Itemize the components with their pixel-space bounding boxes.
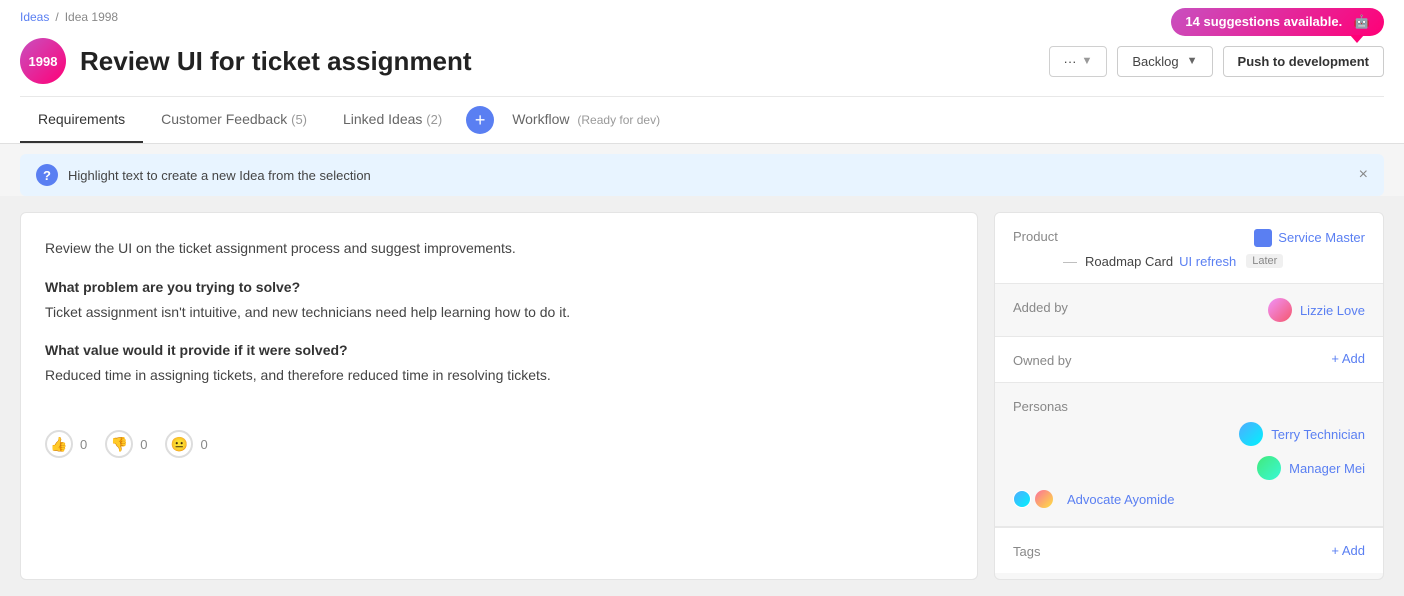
- hint-bar: ? Highlight text to create a new Idea fr…: [20, 154, 1384, 196]
- owned-by-section: Owned by + Add: [995, 337, 1383, 383]
- workflow-status: (Ready for dev): [577, 113, 660, 127]
- thumbs-up-icon: 👍: [45, 430, 73, 458]
- breadcrumb-separator: /: [55, 10, 58, 24]
- status-button[interactable]: ··· ▼: [1049, 46, 1108, 77]
- ayomide-name[interactable]: Advocate Ayomide: [1067, 492, 1174, 507]
- tabs-bar: Requirements Customer Feedback (5) Linke…: [20, 96, 1384, 143]
- roadmap-timing-badge: Later: [1246, 254, 1283, 268]
- content-area: Review the UI on the ticket assignment p…: [0, 196, 1404, 596]
- vote-down[interactable]: 👎 0: [105, 430, 147, 458]
- persona-mei[interactable]: Manager Mei: [1013, 456, 1365, 480]
- sidebar-product-row: Product Service Master: [1013, 227, 1365, 247]
- added-by-value: Lizzie Love: [1268, 298, 1365, 322]
- owned-by-row: Owned by + Add: [1013, 351, 1365, 368]
- thumbs-down-icon: 👎: [105, 430, 133, 458]
- top-bar: Ideas / Idea 1998 1998 Review UI for tic…: [0, 0, 1404, 144]
- problem-text: Ticket assignment isn't intuitive, and n…: [45, 301, 953, 323]
- push-to-development-button[interactable]: Push to development: [1223, 46, 1384, 77]
- product-icon: [1254, 229, 1272, 247]
- product-label: Product: [1013, 227, 1093, 244]
- vote-neutral[interactable]: 😐 0: [165, 430, 207, 458]
- vote-row: 👍 0 👎 0 😐 0: [45, 414, 953, 458]
- breadcrumb-ideas-link[interactable]: Ideas: [20, 10, 49, 24]
- tab-workflow[interactable]: Workflow (Ready for dev): [494, 97, 678, 143]
- value-title: What value would it provide if it were s…: [45, 342, 953, 358]
- personas-section: Personas Terry Technician Manager Mei Ad…: [995, 383, 1383, 527]
- suggestion-bubble: 14 suggestions available. 🤖: [1171, 8, 1384, 36]
- tags-section: Tags + Add: [995, 527, 1383, 573]
- header-right: 14 suggestions available. 🤖 ··· ▼ Backlo…: [1049, 46, 1385, 77]
- product-section: Product Service Master — Roadmap Card UI…: [995, 213, 1383, 284]
- hint-icon: ?: [36, 164, 58, 186]
- owned-by-add-link[interactable]: + Add: [1331, 351, 1365, 366]
- personas-label: Personas: [1013, 397, 1093, 414]
- sidebar-card: Product Service Master — Roadmap Card UI…: [994, 212, 1384, 580]
- hint-text: Highlight text to create a new Idea from…: [68, 168, 1349, 183]
- personas-header-row: Personas: [1013, 397, 1365, 414]
- product-value-container: Service Master: [1254, 227, 1365, 247]
- tab-customer-feedback[interactable]: Customer Feedback (5): [143, 97, 325, 143]
- terry-avatar: [1239, 422, 1263, 446]
- idea-badge: 1998: [20, 38, 66, 84]
- customer-feedback-count: (5): [291, 112, 307, 127]
- ayomide-avatar2: [1035, 490, 1053, 508]
- value-text: Reduced time in assigning tickets, and t…: [45, 364, 953, 386]
- header-left: 1998 Review UI for ticket assignment: [20, 38, 472, 84]
- vote-up[interactable]: 👍 0: [45, 430, 87, 458]
- added-by-section: Added by Lizzie Love: [995, 284, 1383, 337]
- personas-list: Terry Technician Manager Mei Advocate Ay…: [1013, 422, 1365, 512]
- idea-title: Review UI for ticket assignment: [80, 46, 472, 77]
- ayomide-avatar1: [1013, 490, 1031, 508]
- robot-icon: 🤖: [1354, 14, 1370, 29]
- product-name-link[interactable]: Service Master: [1278, 230, 1365, 245]
- tags-label: Tags: [1013, 542, 1093, 559]
- persona-ayomide[interactable]: Advocate Ayomide: [1013, 490, 1365, 508]
- add-tab-button[interactable]: +: [466, 106, 494, 134]
- added-by-name[interactable]: Lizzie Love: [1300, 303, 1365, 318]
- vote-down-count: 0: [140, 437, 147, 452]
- roadmap-row: — Roadmap Card UI refresh Later: [1013, 253, 1365, 269]
- backlog-button[interactable]: Backlog ▼: [1117, 46, 1212, 77]
- breadcrumb-current: Idea 1998: [65, 10, 118, 24]
- idea-description: Review the UI on the ticket assignment p…: [45, 237, 953, 259]
- tab-requirements[interactable]: Requirements: [20, 97, 143, 143]
- roadmap-value-link[interactable]: UI refresh: [1179, 254, 1236, 269]
- mei-avatar: [1257, 456, 1281, 480]
- roadmap-dash: —: [1063, 253, 1077, 269]
- vote-up-count: 0: [80, 437, 87, 452]
- problem-title: What problem are you trying to solve?: [45, 279, 953, 295]
- owned-by-label: Owned by: [1013, 351, 1093, 368]
- vote-neutral-count: 0: [200, 437, 207, 452]
- chevron-down-icon: ▼: [1082, 55, 1093, 67]
- backlog-chevron-icon: ▼: [1187, 55, 1198, 67]
- main-card: Review the UI on the ticket assignment p…: [20, 212, 978, 580]
- linked-ideas-count: (2): [426, 112, 442, 127]
- hint-close-button[interactable]: ×: [1359, 166, 1368, 184]
- mei-name[interactable]: Manager Mei: [1289, 461, 1365, 476]
- tab-linked-ideas[interactable]: Linked Ideas (2): [325, 97, 460, 143]
- roadmap-label: Roadmap Card: [1085, 254, 1173, 269]
- persona-terry[interactable]: Terry Technician: [1013, 422, 1365, 446]
- lizzie-avatar: [1268, 298, 1292, 322]
- added-by-row: Added by Lizzie Love: [1013, 298, 1365, 322]
- neutral-icon: 😐: [165, 430, 193, 458]
- tags-add-link[interactable]: + Add: [1331, 543, 1365, 558]
- header-row: 1998 Review UI for ticket assignment 14 …: [20, 30, 1384, 96]
- terry-name[interactable]: Terry Technician: [1271, 427, 1365, 442]
- added-by-label: Added by: [1013, 298, 1093, 315]
